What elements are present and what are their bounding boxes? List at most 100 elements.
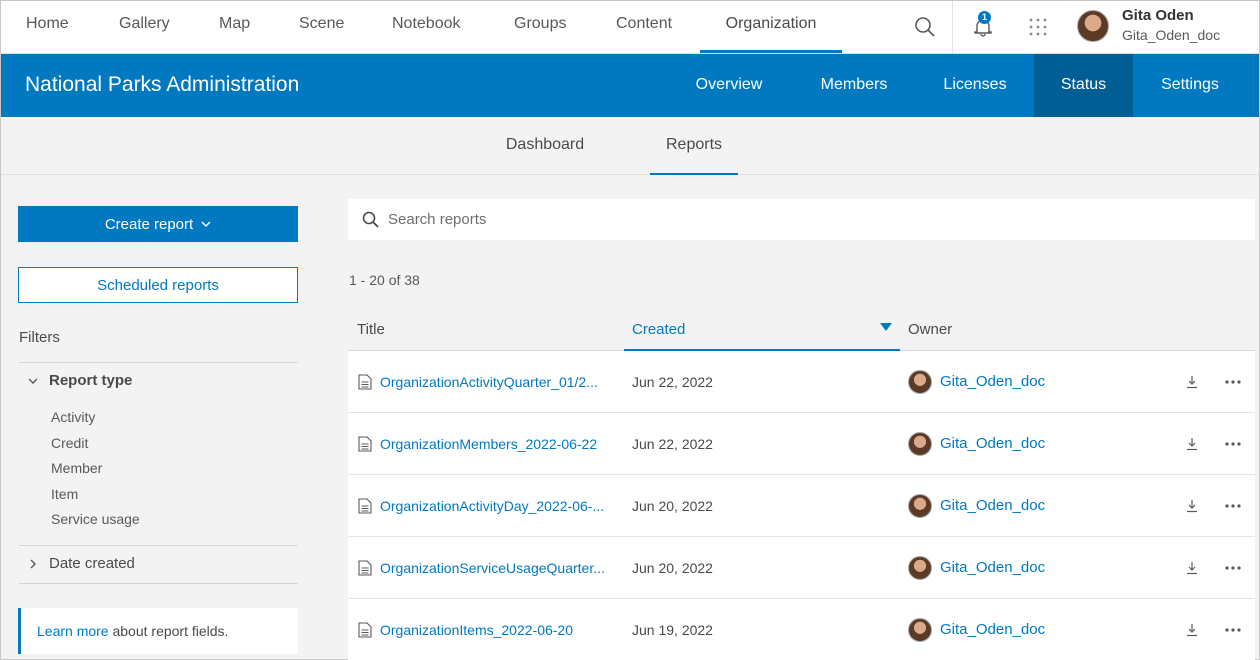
report-title-link[interactable]: OrganizationMembers_2022-06-22: [380, 436, 597, 452]
nav-map[interactable]: Map: [219, 1, 250, 53]
more-horizontal-icon: [1225, 503, 1241, 508]
report-title-link[interactable]: OrganizationActivityQuarter_01/2...: [380, 374, 598, 390]
column-header-created[interactable]: Created: [624, 309, 900, 351]
owner-link[interactable]: Gita_Oden_doc: [940, 373, 1045, 390]
document-icon: [358, 621, 372, 638]
document-icon: [358, 559, 372, 576]
tab-settings[interactable]: Settings: [1141, 54, 1239, 117]
document-icon: [358, 373, 372, 390]
owner-link[interactable]: Gita_Oden_doc: [940, 497, 1045, 514]
filter-report-type-label: Report type: [49, 372, 133, 389]
results-count: 1 - 20 of 38: [349, 272, 420, 288]
chevron-down-icon: [201, 221, 211, 228]
search-input[interactable]: [388, 211, 1188, 228]
notification-badge: 1: [978, 11, 991, 24]
more-horizontal-icon: [1225, 379, 1241, 384]
download-icon: [1187, 375, 1197, 388]
nav-divider: [952, 1, 953, 53]
more-options-button[interactable]: [1224, 351, 1242, 412]
top-navigation: Home Gallery Map Scene Notebook Groups C…: [1, 1, 1259, 54]
nav-home[interactable]: Home: [26, 1, 69, 53]
notifications-button[interactable]: 1: [966, 1, 1000, 53]
filter-date-created-label: Date created: [49, 555, 135, 572]
owner-link[interactable]: Gita_Oden_doc: [940, 435, 1045, 452]
report-title-link[interactable]: OrganizationItems_2022-06-20: [380, 622, 573, 638]
download-button[interactable]: [1186, 475, 1198, 536]
row-owner-cell: Gita_Oden_doc: [908, 599, 1045, 660]
row-created-date: Jun 20, 2022: [632, 559, 713, 576]
learn-more-link[interactable]: Learn more: [37, 623, 109, 639]
download-icon: [1187, 623, 1197, 636]
row-owner-cell: Gita_Oden_doc: [908, 413, 1045, 474]
owner-link[interactable]: Gita_Oden_doc: [940, 559, 1045, 576]
filter-option-member[interactable]: Member: [51, 460, 102, 476]
nav-content[interactable]: Content: [616, 1, 672, 53]
table-row: OrganizationActivityDay_2022-06-... Jun …: [348, 475, 1255, 537]
filter-option-service-usage[interactable]: Service usage: [51, 511, 140, 527]
tab-overview[interactable]: Overview: [675, 54, 783, 117]
nav-gallery[interactable]: Gallery: [119, 1, 170, 53]
search-button[interactable]: [899, 1, 951, 53]
apps-button[interactable]: [1021, 1, 1055, 53]
more-options-button[interactable]: [1224, 599, 1242, 660]
download-icon: [1187, 561, 1197, 574]
create-report-button[interactable]: Create report: [18, 206, 298, 242]
row-title-cell: OrganizationActivityDay_2022-06-...: [358, 475, 604, 536]
document-icon: [358, 497, 372, 514]
report-title-link[interactable]: OrganizationServiceUsageQuarter...: [380, 560, 605, 576]
download-button[interactable]: [1186, 413, 1198, 474]
chevron-right-icon: [30, 559, 36, 568]
document-icon: [358, 435, 372, 452]
divider: [19, 362, 298, 363]
nav-scene[interactable]: Scene: [299, 1, 344, 53]
filter-option-credit[interactable]: Credit: [51, 435, 88, 451]
filter-option-activity[interactable]: Activity: [51, 409, 95, 425]
org-header: National Parks Administration Overview M…: [1, 54, 1259, 117]
owner-link[interactable]: Gita_Oden_doc: [940, 621, 1045, 638]
download-button[interactable]: [1186, 599, 1198, 660]
filter-option-item[interactable]: Item: [51, 486, 78, 502]
filter-report-type-toggle[interactable]: Report type: [27, 372, 132, 389]
tab-licenses[interactable]: Licenses: [925, 54, 1025, 117]
nav-notebook[interactable]: Notebook: [392, 1, 461, 53]
search-bar: [348, 199, 1255, 240]
report-fields-notice: Learn more about report fields.: [18, 608, 298, 654]
row-owner-cell: Gita_Oden_doc: [908, 351, 1045, 412]
owner-avatar: [908, 555, 932, 580]
user-menu[interactable]: Gita Oden Gita_Oden_doc: [1077, 7, 1257, 47]
table-row: OrganizationItems_2022-06-20 Jun 19, 202…: [348, 599, 1255, 660]
download-icon: [1187, 437, 1197, 450]
search-icon: [915, 17, 935, 37]
more-options-button[interactable]: [1224, 537, 1242, 598]
nav-organization[interactable]: Organization: [700, 1, 842, 53]
column-header-created-label: Created: [632, 321, 686, 338]
user-username: Gita_Oden_doc: [1122, 27, 1221, 43]
divider: [19, 545, 298, 546]
row-created-date: Jun 22, 2022: [632, 435, 713, 452]
column-header-owner[interactable]: Owner: [908, 309, 952, 351]
subtab-reports[interactable]: Reports: [650, 117, 738, 175]
table-row: OrganizationMembers_2022-06-22 Jun 22, 2…: [348, 413, 1255, 475]
nav-groups[interactable]: Groups: [514, 1, 566, 53]
sort-descending-icon: [880, 323, 892, 331]
tab-members[interactable]: Members: [801, 54, 907, 117]
owner-avatar: [908, 369, 932, 394]
download-button[interactable]: [1186, 351, 1198, 412]
table-header: Title Created Owner: [348, 309, 1255, 351]
create-report-label: Create report: [104, 215, 194, 233]
subtab-dashboard[interactable]: Dashboard: [487, 117, 603, 175]
owner-avatar: [908, 617, 932, 642]
scheduled-reports-button[interactable]: Scheduled reports: [18, 267, 298, 303]
more-options-button[interactable]: [1224, 475, 1242, 536]
report-title-link[interactable]: OrganizationActivityDay_2022-06-...: [380, 498, 604, 514]
row-title-cell: OrganizationActivityQuarter_01/2...: [358, 351, 598, 412]
avatar: [1077, 10, 1109, 42]
row-created-date: Jun 19, 2022: [632, 621, 713, 638]
more-horizontal-icon: [1225, 441, 1241, 446]
tab-status[interactable]: Status: [1034, 54, 1133, 117]
download-button[interactable]: [1186, 537, 1198, 598]
filter-date-created-toggle[interactable]: Date created: [27, 555, 135, 572]
row-created-date: Jun 20, 2022: [632, 497, 713, 514]
more-options-button[interactable]: [1224, 413, 1242, 474]
column-header-title[interactable]: Title: [357, 309, 385, 351]
